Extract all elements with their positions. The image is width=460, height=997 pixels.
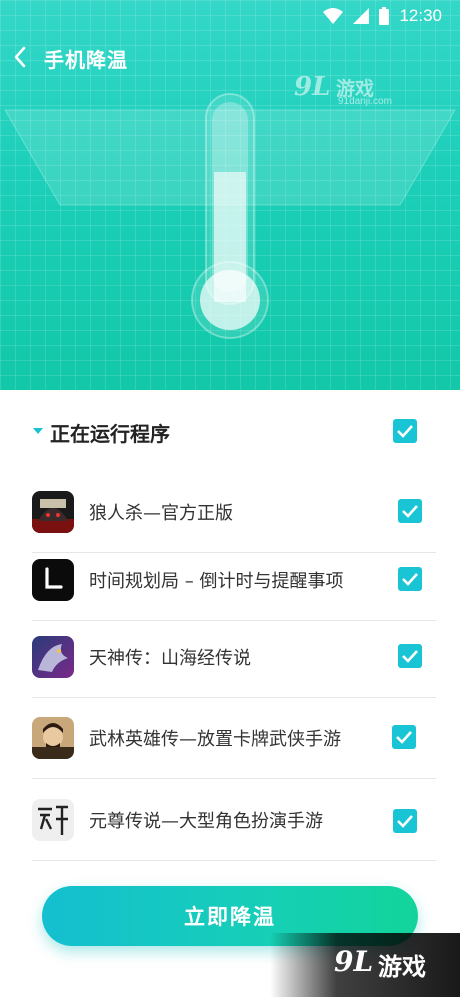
app-name: 武林英雄传—放置卡牌武侠手游 [89,729,341,750]
checkmark-icon [397,425,413,438]
app-name: 狼人杀—官方正版 [89,503,233,524]
app-checkbox[interactable] [393,809,417,833]
app-row[interactable]: 元尊传说—大型角色扮演手游 [0,780,460,861]
app-checkbox[interactable] [398,644,422,668]
app-bar: 手机降温 [0,38,460,78]
app-checkbox[interactable] [398,499,422,523]
select-all-checkbox[interactable] [393,419,417,443]
watermark-bottom: 9L 游戏 [270,933,460,997]
caret-down-icon[interactable] [33,428,43,434]
status-bar: 12:30 [0,0,460,32]
checkmark-icon [402,505,418,518]
hero-banner: 9L 游戏 91danji.com 12:30 手机降温 [0,0,460,390]
checkmark-icon [402,573,418,586]
app-name: 元尊传说—大型角色扮演手游 [89,811,323,832]
app-row[interactable]: 武林英雄传—放置卡牌武侠手游 [0,698,460,779]
thermometer-icon [191,93,269,339]
section-title: 正在运行程序 [50,422,170,446]
app-row[interactable]: 天神传：山海经传说 [0,617,460,698]
signal-icon [353,8,370,24]
watermark-bottom-brand: 9L [334,945,374,978]
row-divider [32,778,436,779]
cool-down-button-label: 立即降温 [184,905,276,929]
battery-icon [379,7,390,25]
clock-app-icon [32,559,74,601]
app-name: 时间规划局 – 倒计时与提醒事项 [89,571,344,592]
app-name: 天神传：山海经传说 [89,648,251,669]
section-header[interactable]: 正在运行程序 [0,390,460,472]
row-divider [32,860,436,861]
page-title: 手机降温 [44,48,128,72]
status-time: 12:30 [399,6,442,25]
wifi-icon [323,8,344,24]
calligraphy-game-icon [32,799,74,841]
watermark-bottom-name: 游戏 [378,953,426,981]
werewolf-game-icon [32,491,74,533]
back-arrow-icon[interactable] [6,42,36,72]
warrior-game-icon [32,717,74,759]
checkmark-icon [396,731,412,744]
checkmark-icon [402,650,418,663]
watermark-url: 91danji.com [338,96,392,107]
app-checkbox[interactable] [392,725,416,749]
app-row[interactable]: 时间规划局 – 倒计时与提醒事项 [0,540,460,621]
dragon-game-icon [32,636,74,678]
app-checkbox[interactable] [398,567,422,591]
checkmark-icon [397,815,413,828]
